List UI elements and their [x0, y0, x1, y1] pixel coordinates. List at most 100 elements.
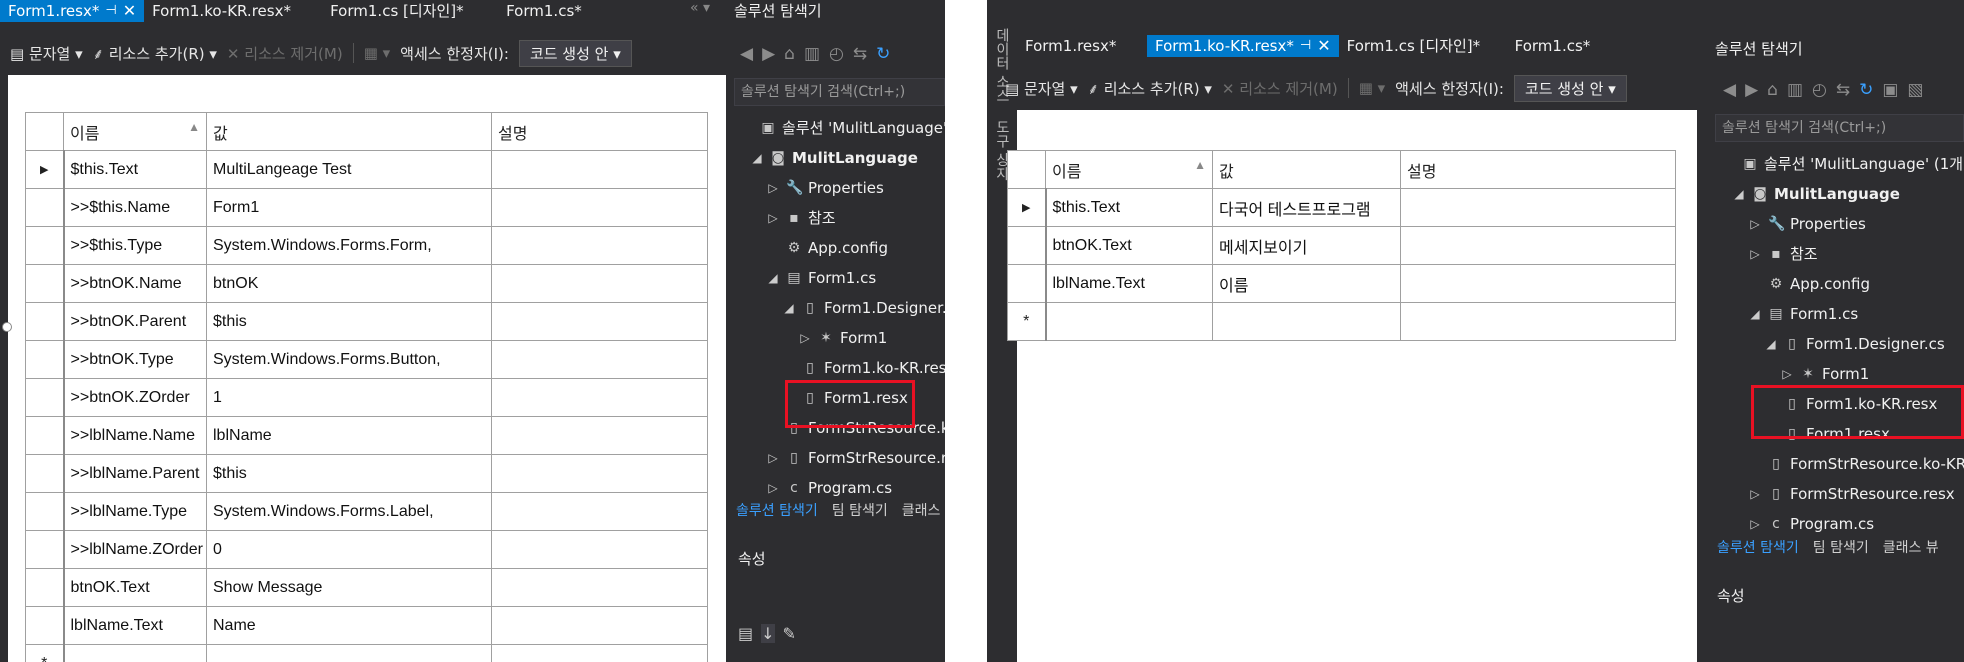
- add-resource-button[interactable]: ⸙ 리소스 추가(R) ▾: [93, 43, 217, 64]
- home-icon[interactable]: ⌂: [1767, 80, 1778, 100]
- tree-item[interactable]: ◢ ▯ Form1.Designer.cs: [1764, 330, 1944, 358]
- collapsed-arrow-icon[interactable]: ▷: [766, 444, 780, 472]
- history-icon[interactable]: ◴: [829, 44, 844, 64]
- column-header-name[interactable]: 이름 ▲: [63, 112, 207, 151]
- remove-resource-button[interactable]: ✕ 리소스 제거(M): [1222, 78, 1338, 99]
- solution-explorer-search[interactable]: 솔루션 탐색기 검색(Ctrl+;): [1715, 114, 1964, 142]
- new-row[interactable]: *: [25, 644, 708, 662]
- tree-item[interactable]: ▯ Form1.ko-KR.resx: [782, 354, 945, 382]
- column-header-name[interactable]: 이름 ▲: [1045, 150, 1213, 189]
- table-row[interactable]: >>btnOK.Name btnOK: [25, 264, 708, 303]
- expanded-arrow-icon[interactable]: ◢: [750, 144, 764, 172]
- table-row[interactable]: ▶ $this.Text MultiLangeage Test: [25, 150, 708, 189]
- collapsed-arrow-icon[interactable]: ▷: [1748, 210, 1762, 238]
- pin-icon[interactable]: ⊣: [105, 0, 116, 22]
- tab-form1-resx[interactable]: Form1.resx*: [1017, 35, 1147, 57]
- view-icon[interactable]: ▦ ▾: [364, 44, 390, 62]
- history-icon[interactable]: ◴: [1812, 80, 1827, 100]
- forward-icon[interactable]: ▶: [1745, 80, 1758, 100]
- tree-item[interactable]: ◢ ◙ MulitLanguage: [750, 144, 918, 172]
- row-header[interactable]: [25, 530, 65, 569]
- refresh-icon[interactable]: ↻: [876, 44, 890, 64]
- name-cell[interactable]: >>lblName.Type: [63, 492, 207, 531]
- comment-cell[interactable]: [491, 606, 708, 645]
- row-header[interactable]: [25, 226, 65, 265]
- new-row-cell[interactable]: [206, 644, 492, 662]
- collapsed-arrow-icon[interactable]: ▷: [1748, 240, 1762, 268]
- show-all-icon[interactable]: ▧: [1907, 80, 1923, 100]
- comment-cell[interactable]: [1400, 226, 1676, 265]
- comment-cell[interactable]: [491, 530, 708, 569]
- name-cell[interactable]: >>lblName.Name: [63, 416, 207, 455]
- new-row-cell[interactable]: [1212, 302, 1401, 341]
- tab-team-explorer[interactable]: 팀 탐색기: [832, 500, 888, 520]
- row-header[interactable]: [1007, 264, 1047, 303]
- tab-solution-explorer[interactable]: 솔루션 탐색기: [1717, 537, 1799, 557]
- property-pages-icon[interactable]: ✎: [783, 624, 796, 643]
- comment-cell[interactable]: [491, 568, 708, 607]
- expanded-arrow-icon[interactable]: ◢: [1732, 180, 1746, 208]
- add-resource-button[interactable]: ⸙ 리소스 추가(R) ▾: [1088, 78, 1212, 99]
- table-row[interactable]: >>$this.Type System.Windows.Forms.Form,: [25, 226, 708, 265]
- value-cell[interactable]: 다국어 테스트프로그램: [1212, 188, 1401, 227]
- row-header[interactable]: [25, 416, 65, 455]
- tab-form1-ko-kr-resx[interactable]: Form1.ko-KR.resx* ⊣ ✕: [1147, 35, 1339, 57]
- pin-icon[interactable]: ⊣: [1300, 35, 1311, 57]
- tree-item[interactable]: ◢ ▯ Form1.Designer.cs: [782, 294, 945, 322]
- value-cell[interactable]: 이름: [1212, 264, 1401, 303]
- row-header[interactable]: *: [25, 644, 65, 662]
- row-header[interactable]: ▶: [1007, 188, 1047, 227]
- row-header[interactable]: [25, 568, 65, 607]
- comment-cell[interactable]: [491, 340, 708, 379]
- tree-item[interactable]: ◢ ▤ Form1.cs: [766, 264, 876, 292]
- row-header[interactable]: [25, 606, 65, 645]
- comment-cell[interactable]: [491, 150, 708, 189]
- name-cell[interactable]: >>btnOK.Type: [63, 340, 207, 379]
- value-cell[interactable]: lblName: [206, 416, 492, 455]
- tree-item[interactable]: ▷ ▪ 참조: [1748, 240, 1817, 268]
- row-header[interactable]: [25, 302, 65, 341]
- column-header-value[interactable]: 값: [206, 112, 492, 151]
- tree-item[interactable]: ◢ ▤ Form1.cs: [1748, 300, 1858, 328]
- comment-cell[interactable]: [491, 378, 708, 417]
- collapsed-arrow-icon[interactable]: ▷: [766, 174, 780, 202]
- categorized-icon[interactable]: ▤: [738, 624, 753, 643]
- value-cell[interactable]: System.Windows.Forms.Form,: [206, 226, 492, 265]
- tab-form1-ko-kr-resx[interactable]: Form1.ko-KR.resx*: [144, 0, 304, 22]
- value-cell[interactable]: Show Message: [206, 568, 492, 607]
- row-header[interactable]: [1007, 226, 1047, 265]
- row-header[interactable]: [25, 378, 65, 417]
- forward-icon[interactable]: ▶: [762, 44, 775, 64]
- row-header[interactable]: [25, 340, 65, 379]
- tab-solution-explorer[interactable]: 솔루션 탐색기: [736, 500, 818, 520]
- strings-dropdown[interactable]: ▤ 문자열 ▾: [10, 43, 83, 64]
- name-cell[interactable]: lblName.Text: [1045, 264, 1213, 303]
- name-cell[interactable]: $this.Text: [63, 150, 207, 189]
- back-icon[interactable]: ◀: [1723, 80, 1736, 100]
- value-cell[interactable]: $this: [206, 302, 492, 341]
- collapsed-arrow-icon[interactable]: ▷: [1748, 480, 1762, 508]
- expanded-arrow-icon[interactable]: ◢: [1748, 300, 1762, 328]
- row-header[interactable]: [25, 264, 65, 303]
- value-cell[interactable]: btnOK: [206, 264, 492, 303]
- comment-cell[interactable]: [491, 264, 708, 303]
- collapsed-arrow-icon[interactable]: ▷: [766, 204, 780, 232]
- tree-item[interactable]: ▷ ✶ Form1: [798, 324, 887, 352]
- table-row[interactable]: >>btnOK.ZOrder 1: [25, 378, 708, 417]
- row-header[interactable]: [25, 454, 65, 493]
- collapsed-arrow-icon[interactable]: ▷: [1748, 510, 1762, 538]
- tree-item[interactable]: ▷ ▪ 참조: [766, 204, 835, 232]
- refresh-icon[interactable]: ↻: [1859, 80, 1873, 100]
- tab-class-view[interactable]: 클래스 뷰: [1883, 537, 1939, 557]
- new-row[interactable]: *: [1007, 302, 1676, 341]
- collapsed-arrow-icon[interactable]: ▷: [798, 324, 812, 352]
- alphabetical-icon[interactable]: ↓: [761, 624, 775, 643]
- access-modifier-select[interactable]: 코드 생성 안 ▾: [1513, 74, 1627, 102]
- name-cell[interactable]: >>btnOK.Parent: [63, 302, 207, 341]
- column-header-comment[interactable]: 설명: [491, 112, 708, 151]
- table-row[interactable]: >>lblName.Type System.Windows.Forms.Label…: [25, 492, 708, 531]
- switch-view-icon[interactable]: ▥: [804, 44, 820, 64]
- tree-item[interactable]: ▷ ▯ FormStrResource.resx: [1748, 480, 1954, 508]
- comment-cell[interactable]: [491, 454, 708, 493]
- table-row[interactable]: >>$this.Name Form1: [25, 188, 708, 227]
